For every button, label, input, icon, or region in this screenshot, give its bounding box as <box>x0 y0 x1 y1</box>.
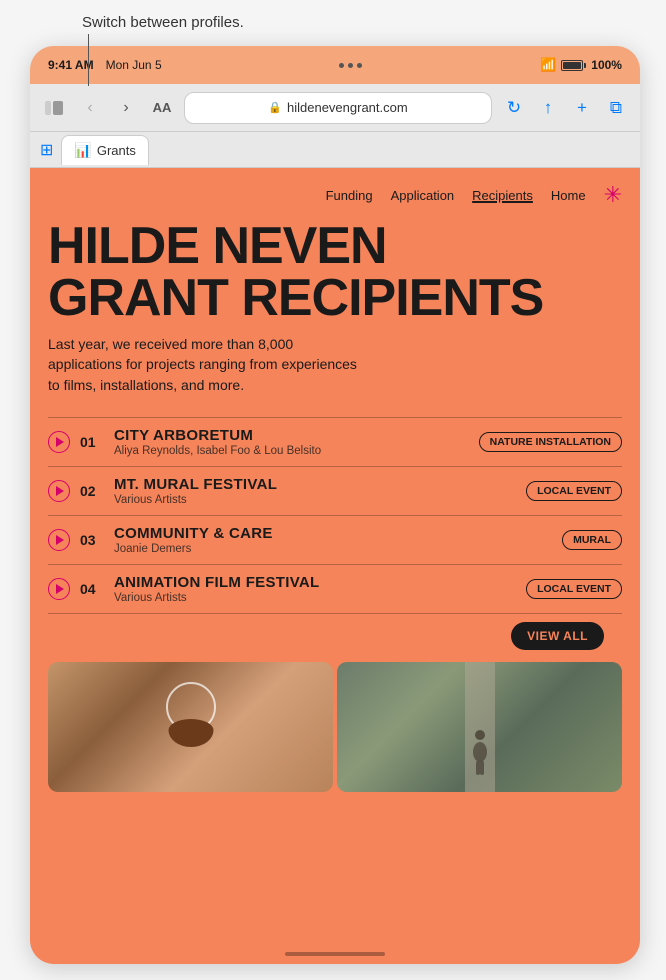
browser-toolbar: ‹ › AA 🔒 hildenevengrant.com ↻ ↑ + ⧉ <box>30 84 640 132</box>
lock-icon: 🔒 <box>268 101 282 114</box>
recipient-artists-4: Various Artists <box>114 592 516 604</box>
nav-home[interactable]: Home <box>551 188 586 203</box>
address-bar[interactable]: 🔒 hildenevengrant.com <box>184 92 492 124</box>
recipient-num-1: 01 <box>80 434 104 450</box>
recipient-num-2: 02 <box>80 483 104 499</box>
play-button-1[interactable] <box>48 431 70 453</box>
recipient-info-4: ANIMATION FILM FESTIVAL Various Artists <box>114 574 516 604</box>
street-scene <box>337 662 622 792</box>
recipient-tag-4[interactable]: LOCAL EVENT <box>526 579 622 599</box>
tab-bar: ⊞ 📊 Grants <box>30 132 640 168</box>
gallery-section <box>30 662 640 792</box>
tooltip-text: Switch between profiles. <box>82 14 244 31</box>
recipients-list: 01 CITY ARBORETUM Aliya Reynolds, Isabel… <box>48 417 622 613</box>
recipient-artists-2: Various Artists <box>114 494 516 506</box>
gallery-image-1 <box>48 662 333 792</box>
play-button-3[interactable] <box>48 529 70 551</box>
wifi-icon: 📶 <box>540 57 556 73</box>
recipient-name-1: CITY ARBORETUM <box>114 427 469 444</box>
recipient-tag-2[interactable]: LOCAL EVENT <box>526 481 622 501</box>
nav-funding[interactable]: Funding <box>326 188 373 203</box>
status-bar: 9:41 AM Mon Jun 5 📶 100% <box>30 46 640 84</box>
nav-application[interactable]: Application <box>391 188 455 203</box>
battery-indicator <box>561 60 586 71</box>
hero-subtitle: Last year, we received more than 8,000 a… <box>48 334 368 395</box>
hero-section: HILDE NEVEN GRANT RECIPIENTS Last year, … <box>30 216 640 405</box>
recipient-info-2: MT. MURAL FESTIVAL Various Artists <box>114 476 516 506</box>
add-tab-button[interactable]: + <box>568 94 596 122</box>
gallery-image-2 <box>337 662 622 792</box>
main-content: Funding Application Recipients Home ✳ HI… <box>30 168 640 964</box>
tab-favicon: 📊 <box>74 142 91 159</box>
hero-title: HILDE NEVEN GRANT RECIPIENTS <box>48 220 622 324</box>
tab-label: Grants <box>97 143 136 158</box>
site-nav: Funding Application Recipients Home ✳ <box>30 168 640 216</box>
recipient-row: 01 CITY ARBORETUM Aliya Reynolds, Isabel… <box>48 417 622 466</box>
view-all-button[interactable]: VIEW ALL <box>511 622 604 650</box>
tooltip-line <box>88 34 89 86</box>
recipient-tag-1[interactable]: NATURE INSTALLATION <box>479 432 622 452</box>
home-indicator <box>285 952 385 956</box>
site-logo[interactable]: ✳ <box>604 182 622 208</box>
recipient-name-3: COMMUNITY & CARE <box>114 525 552 542</box>
status-time: 9:41 AM Mon Jun 5 <box>48 58 162 72</box>
play-button-2[interactable] <box>48 480 70 502</box>
recipient-num-3: 03 <box>80 532 104 548</box>
recipient-name-4: ANIMATION FILM FESTIVAL <box>114 574 516 591</box>
play-button-4[interactable] <box>48 578 70 600</box>
forward-button[interactable]: › <box>112 94 140 122</box>
art-object <box>156 677 226 747</box>
sidebar-toggle-btn[interactable]: ⊞ <box>40 140 53 160</box>
recipient-tag-3[interactable]: MURAL <box>562 530 622 550</box>
recipient-artists-3: Joanie Demers <box>114 543 552 555</box>
status-dots <box>339 63 362 68</box>
person-silhouette <box>465 727 495 782</box>
recipient-name-2: MT. MURAL FESTIVAL <box>114 476 516 493</box>
recipient-artists-1: Aliya Reynolds, Isabel Foo & Lou Belsito <box>114 445 469 457</box>
recipient-row: 04 ANIMATION FILM FESTIVAL Various Artis… <box>48 564 622 613</box>
sidebar-toggle[interactable] <box>40 94 68 122</box>
back-button[interactable]: ‹ <box>76 94 104 122</box>
reader-button[interactable]: AA <box>148 94 176 122</box>
ipad-frame: 9:41 AM Mon Jun 5 📶 100% ‹ <box>30 46 640 964</box>
recipient-num-4: 04 <box>80 581 104 597</box>
status-right: 📶 100% <box>540 57 622 73</box>
recipient-row: 03 COMMUNITY & CARE Joanie Demers MURAL <box>48 515 622 564</box>
tabs-button[interactable]: ⧉ <box>602 94 630 122</box>
reload-button[interactable]: ↻ <box>500 94 528 122</box>
recipient-info-3: COMMUNITY & CARE Joanie Demers <box>114 525 552 555</box>
recipient-row: 02 MT. MURAL FESTIVAL Various Artists LO… <box>48 466 622 515</box>
toolbar-actions: ↻ ↑ + ⧉ <box>500 94 630 122</box>
recipient-info-1: CITY ARBORETUM Aliya Reynolds, Isabel Fo… <box>114 427 469 457</box>
active-tab[interactable]: 📊 Grants <box>61 135 148 165</box>
view-all-row: VIEW ALL <box>48 613 622 650</box>
share-button[interactable]: ↑ <box>534 94 562 122</box>
nav-recipients[interactable]: Recipients <box>472 188 533 203</box>
